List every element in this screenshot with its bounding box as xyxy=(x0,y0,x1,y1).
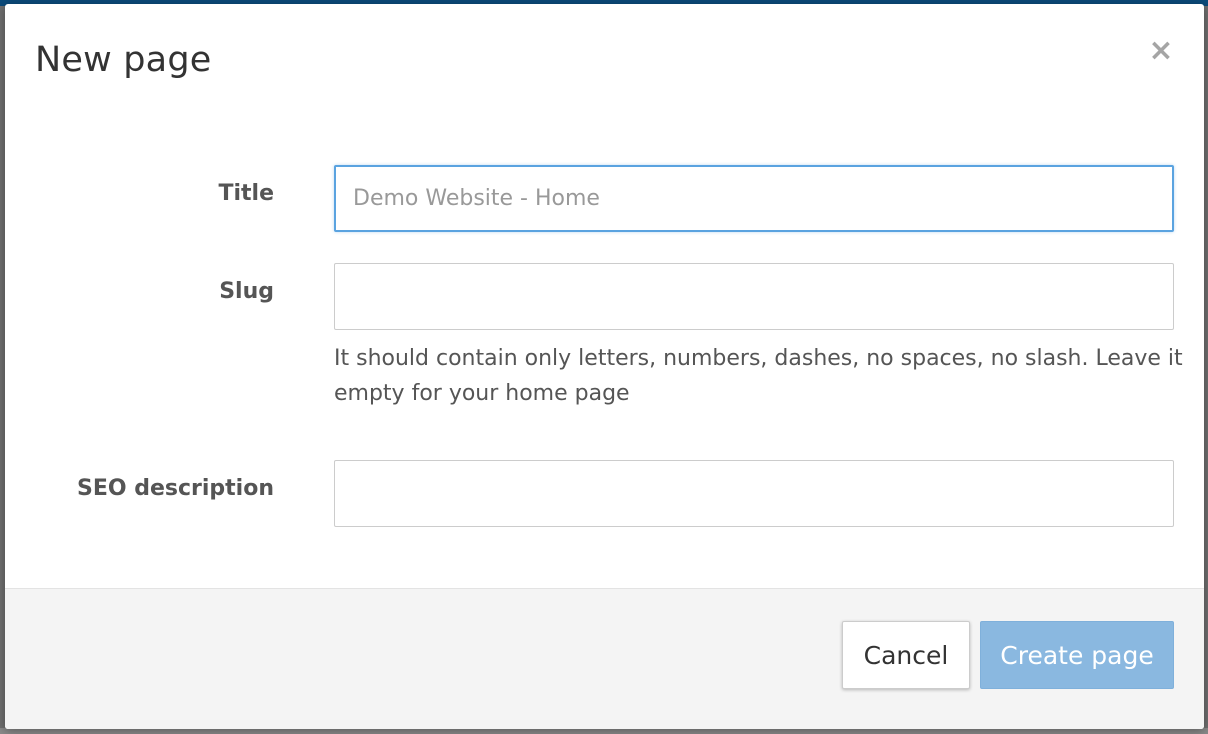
slug-help-text: It should contain only letters, numbers,… xyxy=(334,346,1183,406)
close-icon[interactable]: × xyxy=(1146,36,1176,66)
dialog-footer: Cancel Create page xyxy=(5,588,1204,729)
dialog-header: New page × xyxy=(5,4,1204,114)
slug-input[interactable] xyxy=(334,263,1174,330)
seo-description-input[interactable] xyxy=(334,460,1174,527)
create-page-button[interactable]: Create page xyxy=(980,621,1174,689)
title-label: Title xyxy=(218,181,274,206)
seo-description-label: SEO description xyxy=(76,476,274,501)
title-input[interactable] xyxy=(334,165,1174,232)
slug-label: Slug xyxy=(219,279,274,304)
new-page-dialog: New page × Title Slug It should contain … xyxy=(5,4,1204,729)
cancel-button[interactable]: Cancel xyxy=(842,621,970,689)
dialog-title: New page xyxy=(35,40,212,80)
